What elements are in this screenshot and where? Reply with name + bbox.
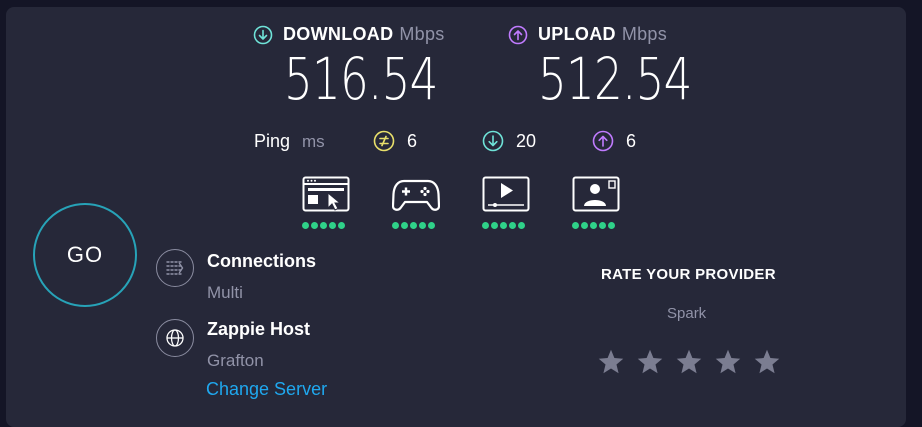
rating-dot [329, 222, 336, 229]
rating-dot [572, 222, 579, 229]
rating-stars [597, 348, 781, 376]
download-ping-icon [482, 130, 504, 152]
ping-upload: 6 [592, 130, 636, 152]
upload-ping-icon [592, 130, 614, 152]
rating-dot [491, 222, 498, 229]
video-chat-rating-dots [572, 222, 620, 229]
server-icon-button[interactable] [156, 319, 194, 357]
rating-dot [419, 222, 426, 229]
quality-browsing[interactable] [302, 176, 350, 229]
go-button[interactable]: GO [33, 203, 137, 307]
rate-provider-title: RATE YOUR PROVIDER [601, 266, 776, 283]
rating-dot [302, 222, 309, 229]
upload-label: UPLOAD [538, 24, 616, 44]
ping-unit: ms [302, 132, 325, 151]
gaming-rating-dots [392, 222, 440, 229]
ping-download: 20 [482, 130, 536, 152]
video-streaming-icon [482, 176, 530, 212]
upload-value: 512.54 [538, 45, 692, 113]
rating-dot [410, 222, 417, 229]
star-4-icon[interactable] [714, 348, 742, 376]
rating-dot [392, 222, 399, 229]
rating-dot [338, 222, 345, 229]
video-chat-icon [572, 176, 620, 212]
gamepad-icon [391, 179, 441, 211]
upload-header: UPLOAD Mbps [508, 24, 667, 45]
rating-dot [500, 222, 507, 229]
connections-value: Multi [207, 283, 243, 302]
rating-dot [311, 222, 318, 229]
rating-dot [401, 222, 408, 229]
connections-icon-button[interactable] [156, 249, 194, 287]
web-browsing-icon [302, 176, 350, 212]
download-label: DOWNLOAD [283, 24, 394, 44]
download-value: 516.54 [284, 45, 438, 113]
browsing-rating-dots [302, 222, 350, 229]
server-location: Grafton [207, 351, 264, 370]
idle-ping-icon [373, 130, 395, 152]
rating-dot [599, 222, 606, 229]
quality-streaming[interactable] [482, 176, 530, 229]
upload-unit: Mbps [621, 24, 668, 44]
rating-dot [518, 222, 525, 229]
rating-dot [608, 222, 615, 229]
ping-label: Ping [254, 131, 291, 151]
ping-idle-value: 6 [407, 130, 418, 151]
multi-connection-icon [166, 261, 184, 275]
globe-icon [166, 329, 184, 347]
upload-arrow-icon [508, 25, 528, 44]
star-1-icon[interactable] [597, 348, 625, 376]
star-3-icon[interactable] [675, 348, 703, 376]
rating-dot [581, 222, 588, 229]
download-arrow-icon [253, 25, 273, 44]
server-name: Zappie Host [207, 319, 311, 339]
star-5-icon[interactable] [753, 348, 781, 376]
connections-title: Connections [207, 251, 317, 271]
ping-idle: 6 [373, 130, 417, 152]
star-2-icon[interactable] [636, 348, 664, 376]
ping-download-value: 20 [516, 130, 537, 151]
ping-upload-value: 6 [626, 130, 637, 151]
provider-name: Spark [667, 305, 707, 322]
rating-dot [482, 222, 489, 229]
streaming-rating-dots [482, 222, 530, 229]
download-header: DOWNLOAD Mbps [253, 24, 445, 45]
rating-dot [428, 222, 435, 229]
rating-dot [590, 222, 597, 229]
rating-dot [320, 222, 327, 229]
download-unit: Mbps [399, 24, 445, 44]
change-server-link[interactable]: Change Server [206, 379, 327, 400]
quality-video-chat[interactable] [572, 176, 620, 229]
rating-dot [509, 222, 516, 229]
quality-gaming[interactable] [391, 176, 441, 229]
